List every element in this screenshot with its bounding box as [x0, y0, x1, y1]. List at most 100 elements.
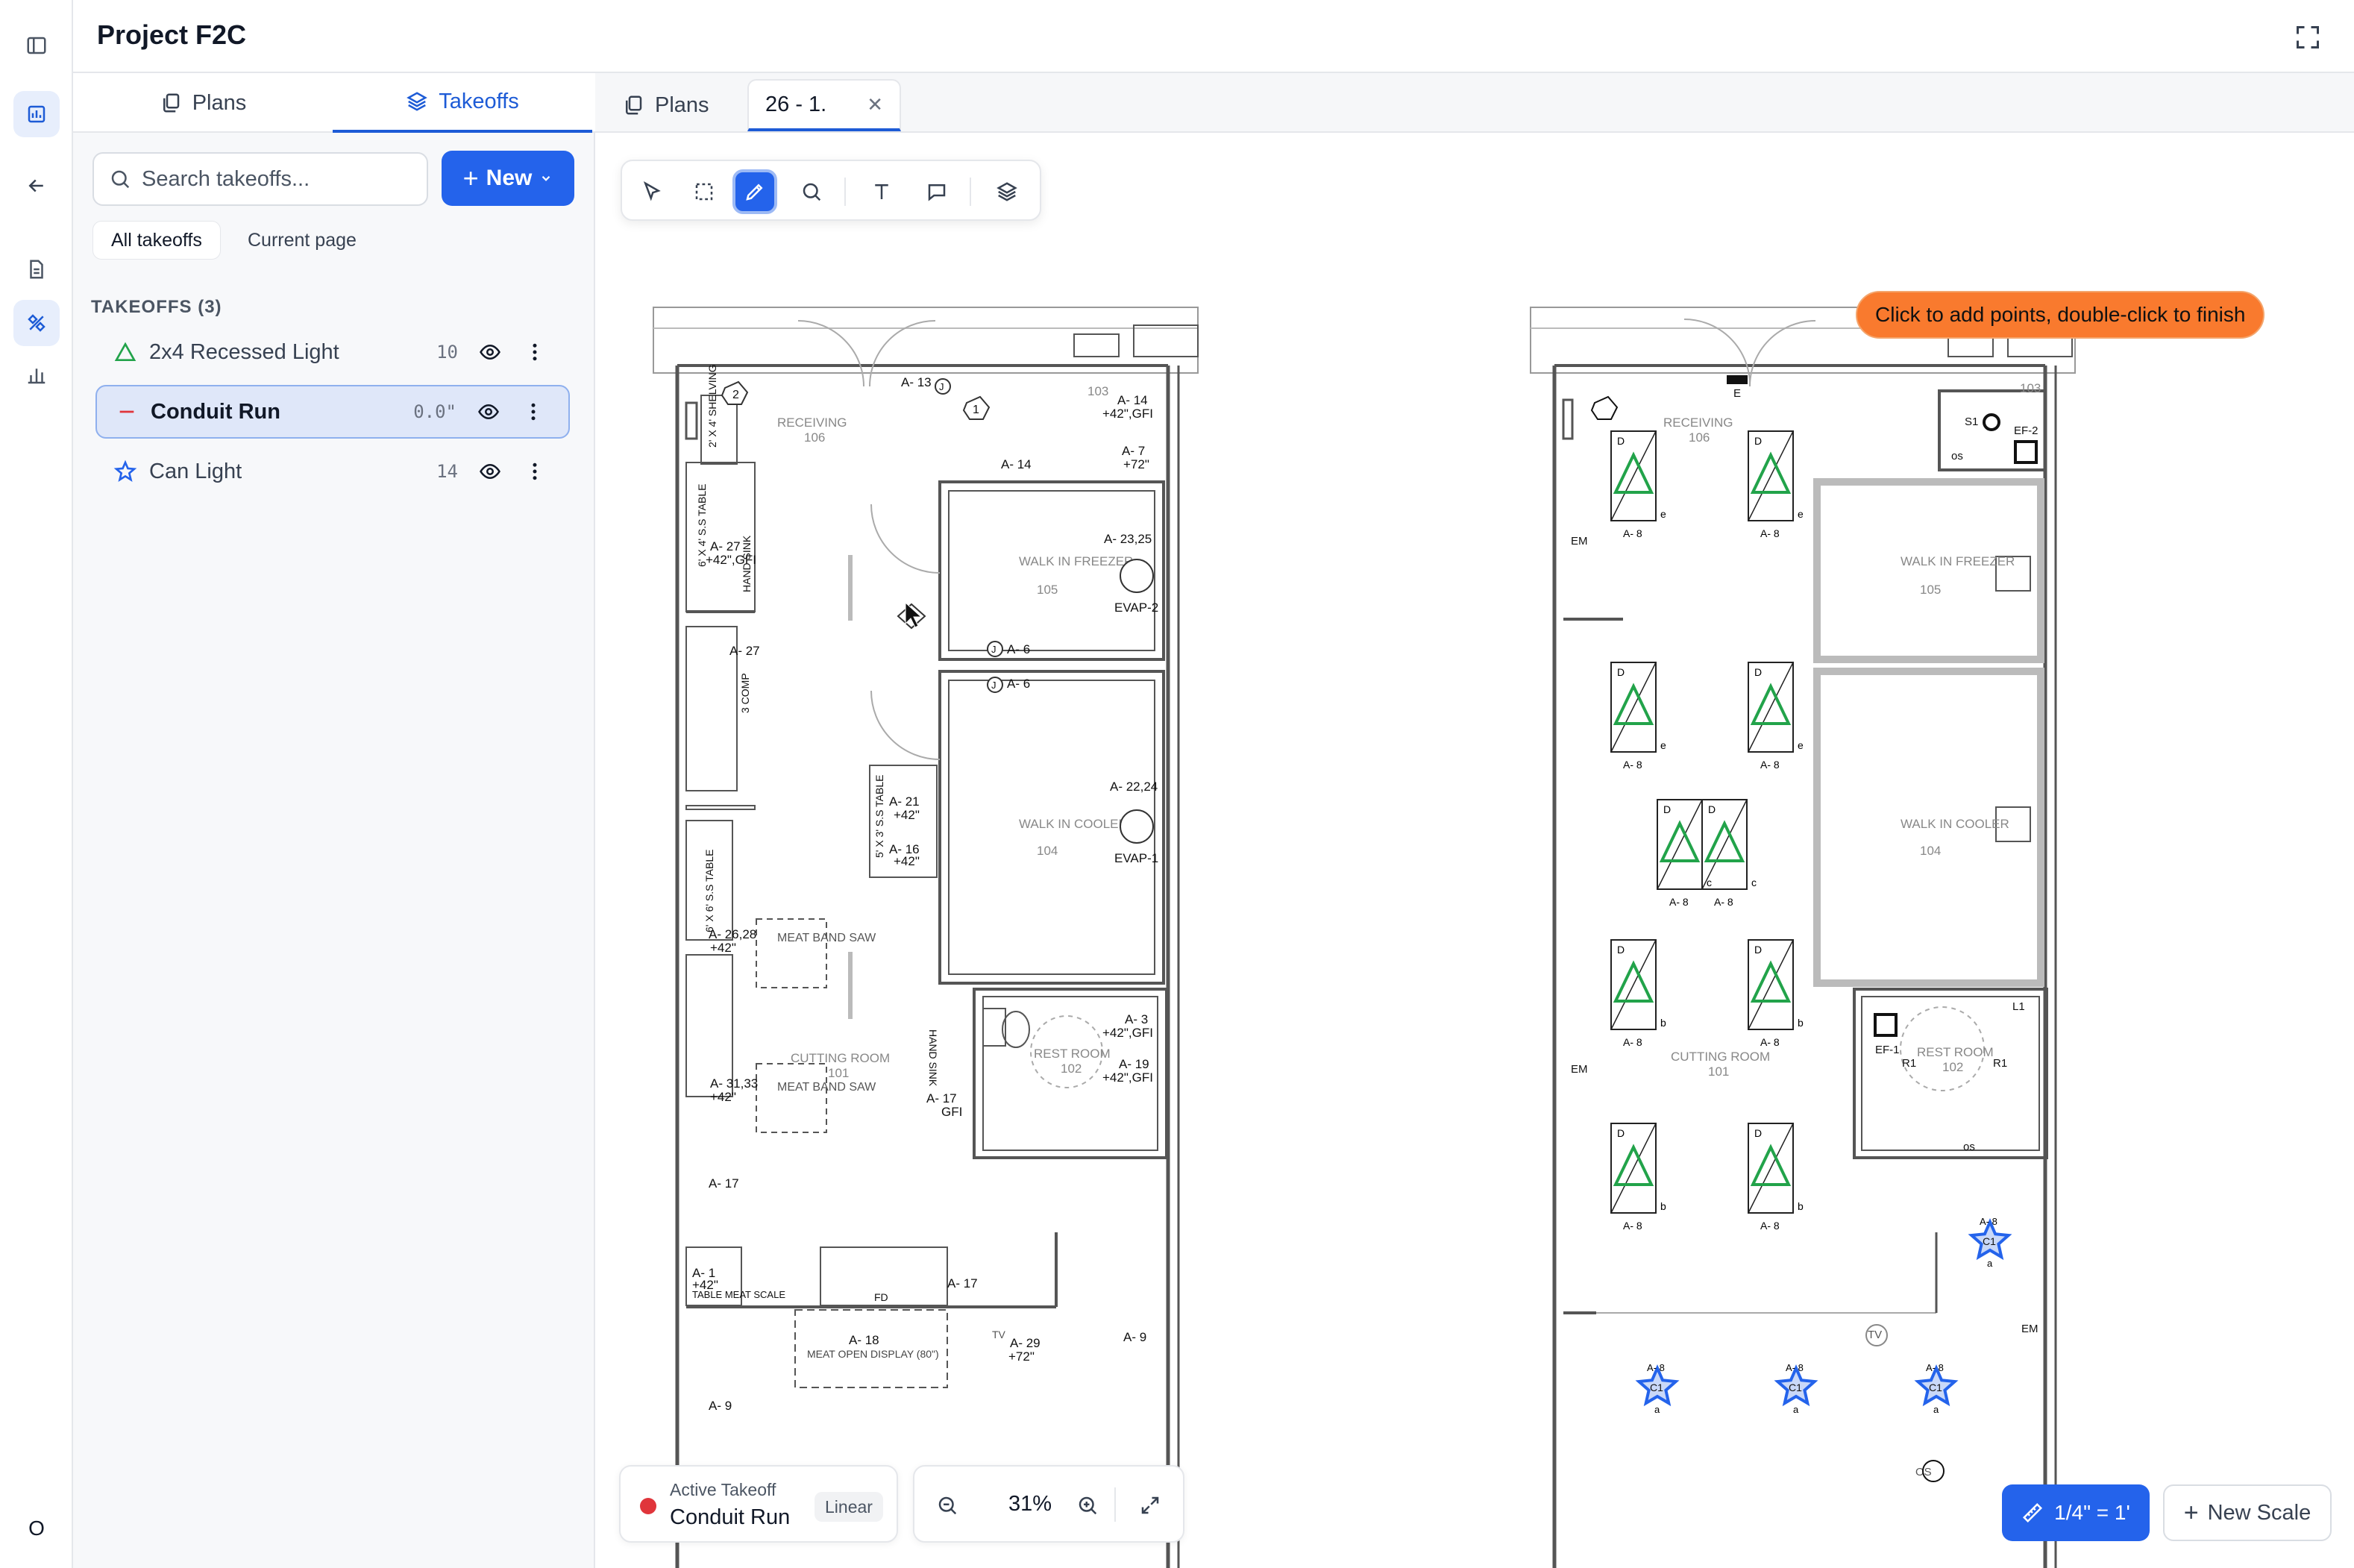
zoom-icon	[803, 183, 821, 201]
recessed-light-marker[interactable]: D A- 8 b	[1748, 1123, 1804, 1232]
plus-icon: +	[462, 163, 479, 193]
fullscreen-icon[interactable]	[2291, 21, 2324, 54]
filter-current-page[interactable]: Current page	[230, 221, 374, 260]
zoom-level: 31%	[1008, 1492, 1052, 1516]
recessed-light-marker[interactable]: D A- 8 b	[1610, 1123, 1666, 1232]
takeoff-tools-icon[interactable]	[13, 300, 60, 346]
recessed-light-marker[interactable]: D A- 8 b	[1610, 939, 1666, 1048]
filter-all-takeoffs[interactable]: All takeoffs	[92, 221, 221, 260]
select-tool[interactable]	[630, 169, 674, 214]
comment-tool[interactable]	[914, 169, 959, 214]
svg-text:A- 26,28: A- 26,28	[709, 927, 756, 941]
svg-text:A- 8: A- 8	[1623, 1220, 1642, 1232]
scale-button[interactable]: 1/4" = 1'	[2002, 1484, 2150, 1541]
svg-text:WALK IN FREEZER: WALK IN FREEZER	[1019, 554, 1133, 568]
zoom-in-icon[interactable]	[1071, 1489, 1104, 1522]
recessed-light-marker[interactable]: D A- 8 e	[1748, 430, 1804, 539]
zoom-out-icon[interactable]	[931, 1489, 964, 1522]
search-box	[92, 152, 428, 206]
svg-text:A- 8: A- 8	[1786, 1362, 1804, 1373]
pen-tool[interactable]	[732, 169, 777, 214]
icon-rail: O	[0, 0, 73, 1568]
tab-takeoffs-label: Takeoffs	[439, 89, 519, 113]
svg-text:D: D	[1617, 435, 1625, 447]
active-takeoff-indicator: Active Takeoff Conduit Run Linear	[619, 1465, 898, 1543]
close-icon[interactable]: ✕	[867, 93, 883, 116]
svg-text:D: D	[1708, 803, 1716, 815]
marquee-tool[interactable]	[682, 169, 726, 214]
select-icon	[643, 181, 661, 201]
tab-takeoffs[interactable]: Takeoffs	[333, 73, 592, 133]
svg-text:D: D	[1663, 803, 1671, 815]
svg-text:A- 9: A- 9	[709, 1399, 732, 1413]
svg-text:D: D	[1754, 944, 1762, 956]
svg-text:D: D	[1754, 1127, 1762, 1139]
recessed-light-marker[interactable]: DA- 8c	[1657, 799, 1712, 908]
user-avatar[interactable]: O	[15, 1507, 58, 1550]
svg-text:EM: EM	[2021, 1323, 2038, 1335]
doc-tab-sheet[interactable]: 26 - 1. ✕	[747, 79, 902, 131]
recessed-light-marker[interactable]: DA- 8c	[1701, 799, 1757, 908]
svg-text:EVAP-2: EVAP-2	[1114, 600, 1158, 615]
svg-text:HAND SINK: HAND SINK	[927, 1029, 939, 1087]
svg-text:106: 106	[1689, 430, 1710, 445]
can-light-marker[interactable]: C1 A- 8 a	[1774, 1362, 1818, 1415]
recessed-light-marker[interactable]: D A- 8 e	[1748, 662, 1804, 771]
svg-text:A- 8: A- 8	[1980, 1216, 1997, 1227]
search-input[interactable]	[142, 166, 410, 192]
svg-text:S1: S1	[1965, 415, 1978, 428]
can-light-marker[interactable]: C1 A- 8 a	[1914, 1362, 1959, 1415]
svg-text:e: e	[1798, 739, 1804, 751]
document-icon[interactable]	[13, 246, 60, 292]
svg-text:A- 8: A- 8	[1714, 896, 1733, 908]
svg-text:2: 2	[732, 389, 739, 401]
svg-text:FD: FD	[874, 1291, 888, 1303]
takeoff-item[interactable]: Can Light 14	[95, 445, 570, 498]
eye-icon[interactable]	[477, 459, 503, 484]
eye-icon[interactable]	[477, 339, 503, 365]
svg-text:J: J	[939, 381, 944, 392]
svg-text:A- 6: A- 6	[1007, 642, 1030, 656]
plan-canvas[interactable]: RECEIVING 106 WALK IN FREEZER 105 WALK I…	[595, 133, 2354, 1568]
takeoff-item-selected[interactable]: Conduit Run 0.0"	[95, 385, 570, 439]
tab-plans[interactable]: Plans	[73, 73, 333, 133]
more-options-icon[interactable]	[522, 339, 547, 365]
can-light-marker[interactable]: C1 A- 8 a	[1635, 1362, 1680, 1415]
takeoff-count: 10	[436, 342, 458, 363]
can-light-marker[interactable]: C1 A- 8 a	[1968, 1216, 2012, 1269]
takeoff-name: Can Light	[149, 459, 242, 483]
new-scale-button[interactable]: + New Scale	[2163, 1484, 2332, 1541]
more-options-icon[interactable]	[522, 459, 547, 484]
drawing-toolbar	[621, 160, 1041, 221]
takeoff-item[interactable]: 2x4 Recessed Light 10	[95, 325, 570, 379]
zoom-tool[interactable]	[789, 169, 834, 214]
svg-text:A- 13: A- 13	[901, 375, 932, 389]
svg-text:b: b	[1660, 1200, 1666, 1212]
text-tool[interactable]	[859, 169, 904, 214]
new-takeoff-button[interactable]: + New	[442, 151, 574, 206]
fit-to-screen-icon[interactable]	[1134, 1489, 1167, 1522]
svg-text:EM: EM	[1571, 535, 1588, 548]
recessed-light-marker[interactable]: D A- 8 e	[1610, 662, 1666, 771]
back-arrow-icon[interactable]	[13, 163, 60, 209]
more-options-icon[interactable]	[521, 399, 546, 424]
recessed-light-marker[interactable]: D A- 8 b	[1748, 939, 1804, 1048]
takeoff-name: Conduit Run	[151, 399, 280, 424]
svg-text:105: 105	[1037, 583, 1058, 597]
svg-text:CUTTING ROOM: CUTTING ROOM	[1671, 1050, 1770, 1064]
layers-tool[interactable]	[985, 169, 1029, 214]
svg-text:103: 103	[1087, 384, 1108, 398]
sidebar-toggle-icon[interactable]	[13, 22, 60, 69]
dashboard-icon[interactable]	[13, 91, 60, 137]
svg-text:A- 31,33: A- 31,33	[710, 1076, 758, 1091]
recessed-light-marker[interactable]: D A- 8 e	[1610, 430, 1666, 539]
doc-tab-plans[interactable]: Plans	[606, 79, 726, 131]
svg-text:MEAT BAND SAW: MEAT BAND SAW	[777, 932, 876, 944]
eye-icon[interactable]	[476, 399, 501, 424]
svg-text:A- 8: A- 8	[1760, 1036, 1780, 1048]
svg-text:a: a	[1793, 1404, 1799, 1415]
svg-text:A- 14: A- 14	[1117, 393, 1148, 407]
svg-text:101: 101	[828, 1066, 849, 1080]
svg-text:2' X 4' SHELVING: 2' X 4' SHELVING	[706, 364, 718, 448]
chart-icon[interactable]	[13, 352, 60, 398]
